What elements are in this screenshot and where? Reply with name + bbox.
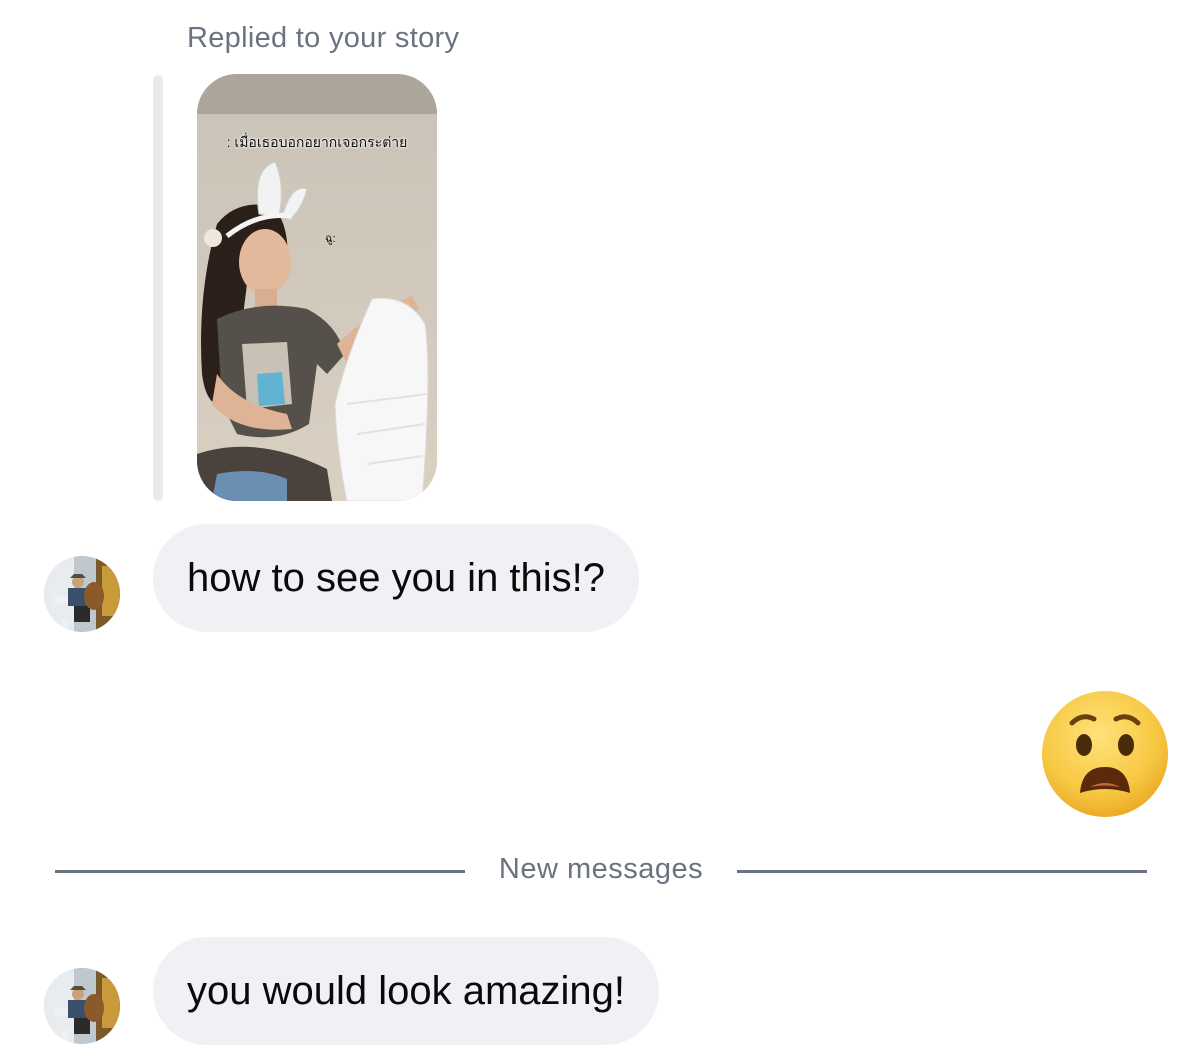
- message-bubble-received[interactable]: how to see you in this!?: [153, 524, 640, 632]
- story-preview-thumbnail[interactable]: · · : เมื่อเธอบอกอยากเจอกระต่าย ฉู:: [197, 74, 437, 501]
- replied-to-story-label: Replied to your story: [187, 22, 460, 54]
- sender-avatar[interactable]: [44, 968, 120, 1044]
- divider-line-right: [737, 870, 1147, 873]
- sender-avatar[interactable]: [44, 556, 120, 632]
- story-timestamp: ·: [427, 90, 429, 96]
- avatar-photo: [44, 556, 120, 632]
- story-username: ·: [205, 90, 207, 96]
- story-overlay-text: ฉู:: [325, 233, 336, 245]
- divider-line-left: [55, 870, 465, 873]
- new-messages-divider-label: New messages: [498, 853, 704, 885]
- reply-indicator-bar: [153, 75, 163, 501]
- anguished-face-emoji-icon[interactable]: [1040, 689, 1170, 819]
- story-caption: : เมื่อเธอบอกอยากเจอกระต่าย: [226, 134, 408, 150]
- avatar-photo: [44, 968, 120, 1044]
- message-bubble-received[interactable]: you would look amazing!: [153, 937, 660, 1045]
